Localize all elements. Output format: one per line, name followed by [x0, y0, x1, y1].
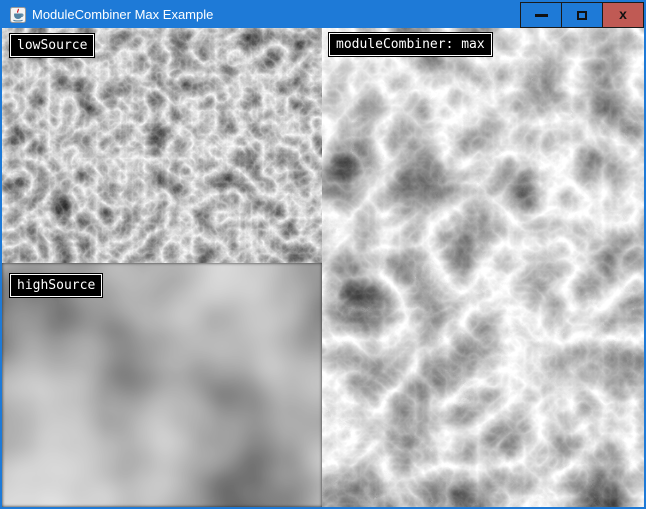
titlebar[interactable]: ModuleCombiner Max Example x	[2, 2, 644, 28]
close-icon: x	[619, 7, 627, 21]
module-combiner-label: moduleCombiner: max	[329, 33, 492, 56]
close-button[interactable]: x	[603, 2, 644, 28]
module-combiner-image-panel: moduleCombiner: max	[322, 28, 644, 507]
minimize-button[interactable]	[521, 2, 562, 28]
high-source-image-panel: highSource	[2, 263, 322, 507]
window-title: ModuleCombiner Max Example	[32, 2, 520, 28]
minimize-icon	[535, 14, 548, 17]
high-source-label: highSource	[10, 274, 102, 297]
app-window: ModuleCombiner Max Example x lowSource h	[0, 0, 646, 509]
window-controls: x	[520, 2, 644, 28]
module-combiner-noise-image	[322, 28, 644, 507]
low-source-label: lowSource	[10, 34, 94, 57]
maximize-button[interactable]	[562, 2, 603, 28]
low-source-noise-image	[2, 28, 322, 263]
java-coffee-cup-icon	[10, 7, 26, 23]
high-source-noise-image	[2, 263, 322, 507]
low-source-image-panel: lowSource	[2, 28, 322, 263]
content-area: lowSource highSource moduleCombiner: max	[2, 28, 644, 507]
maximize-icon	[577, 11, 587, 20]
